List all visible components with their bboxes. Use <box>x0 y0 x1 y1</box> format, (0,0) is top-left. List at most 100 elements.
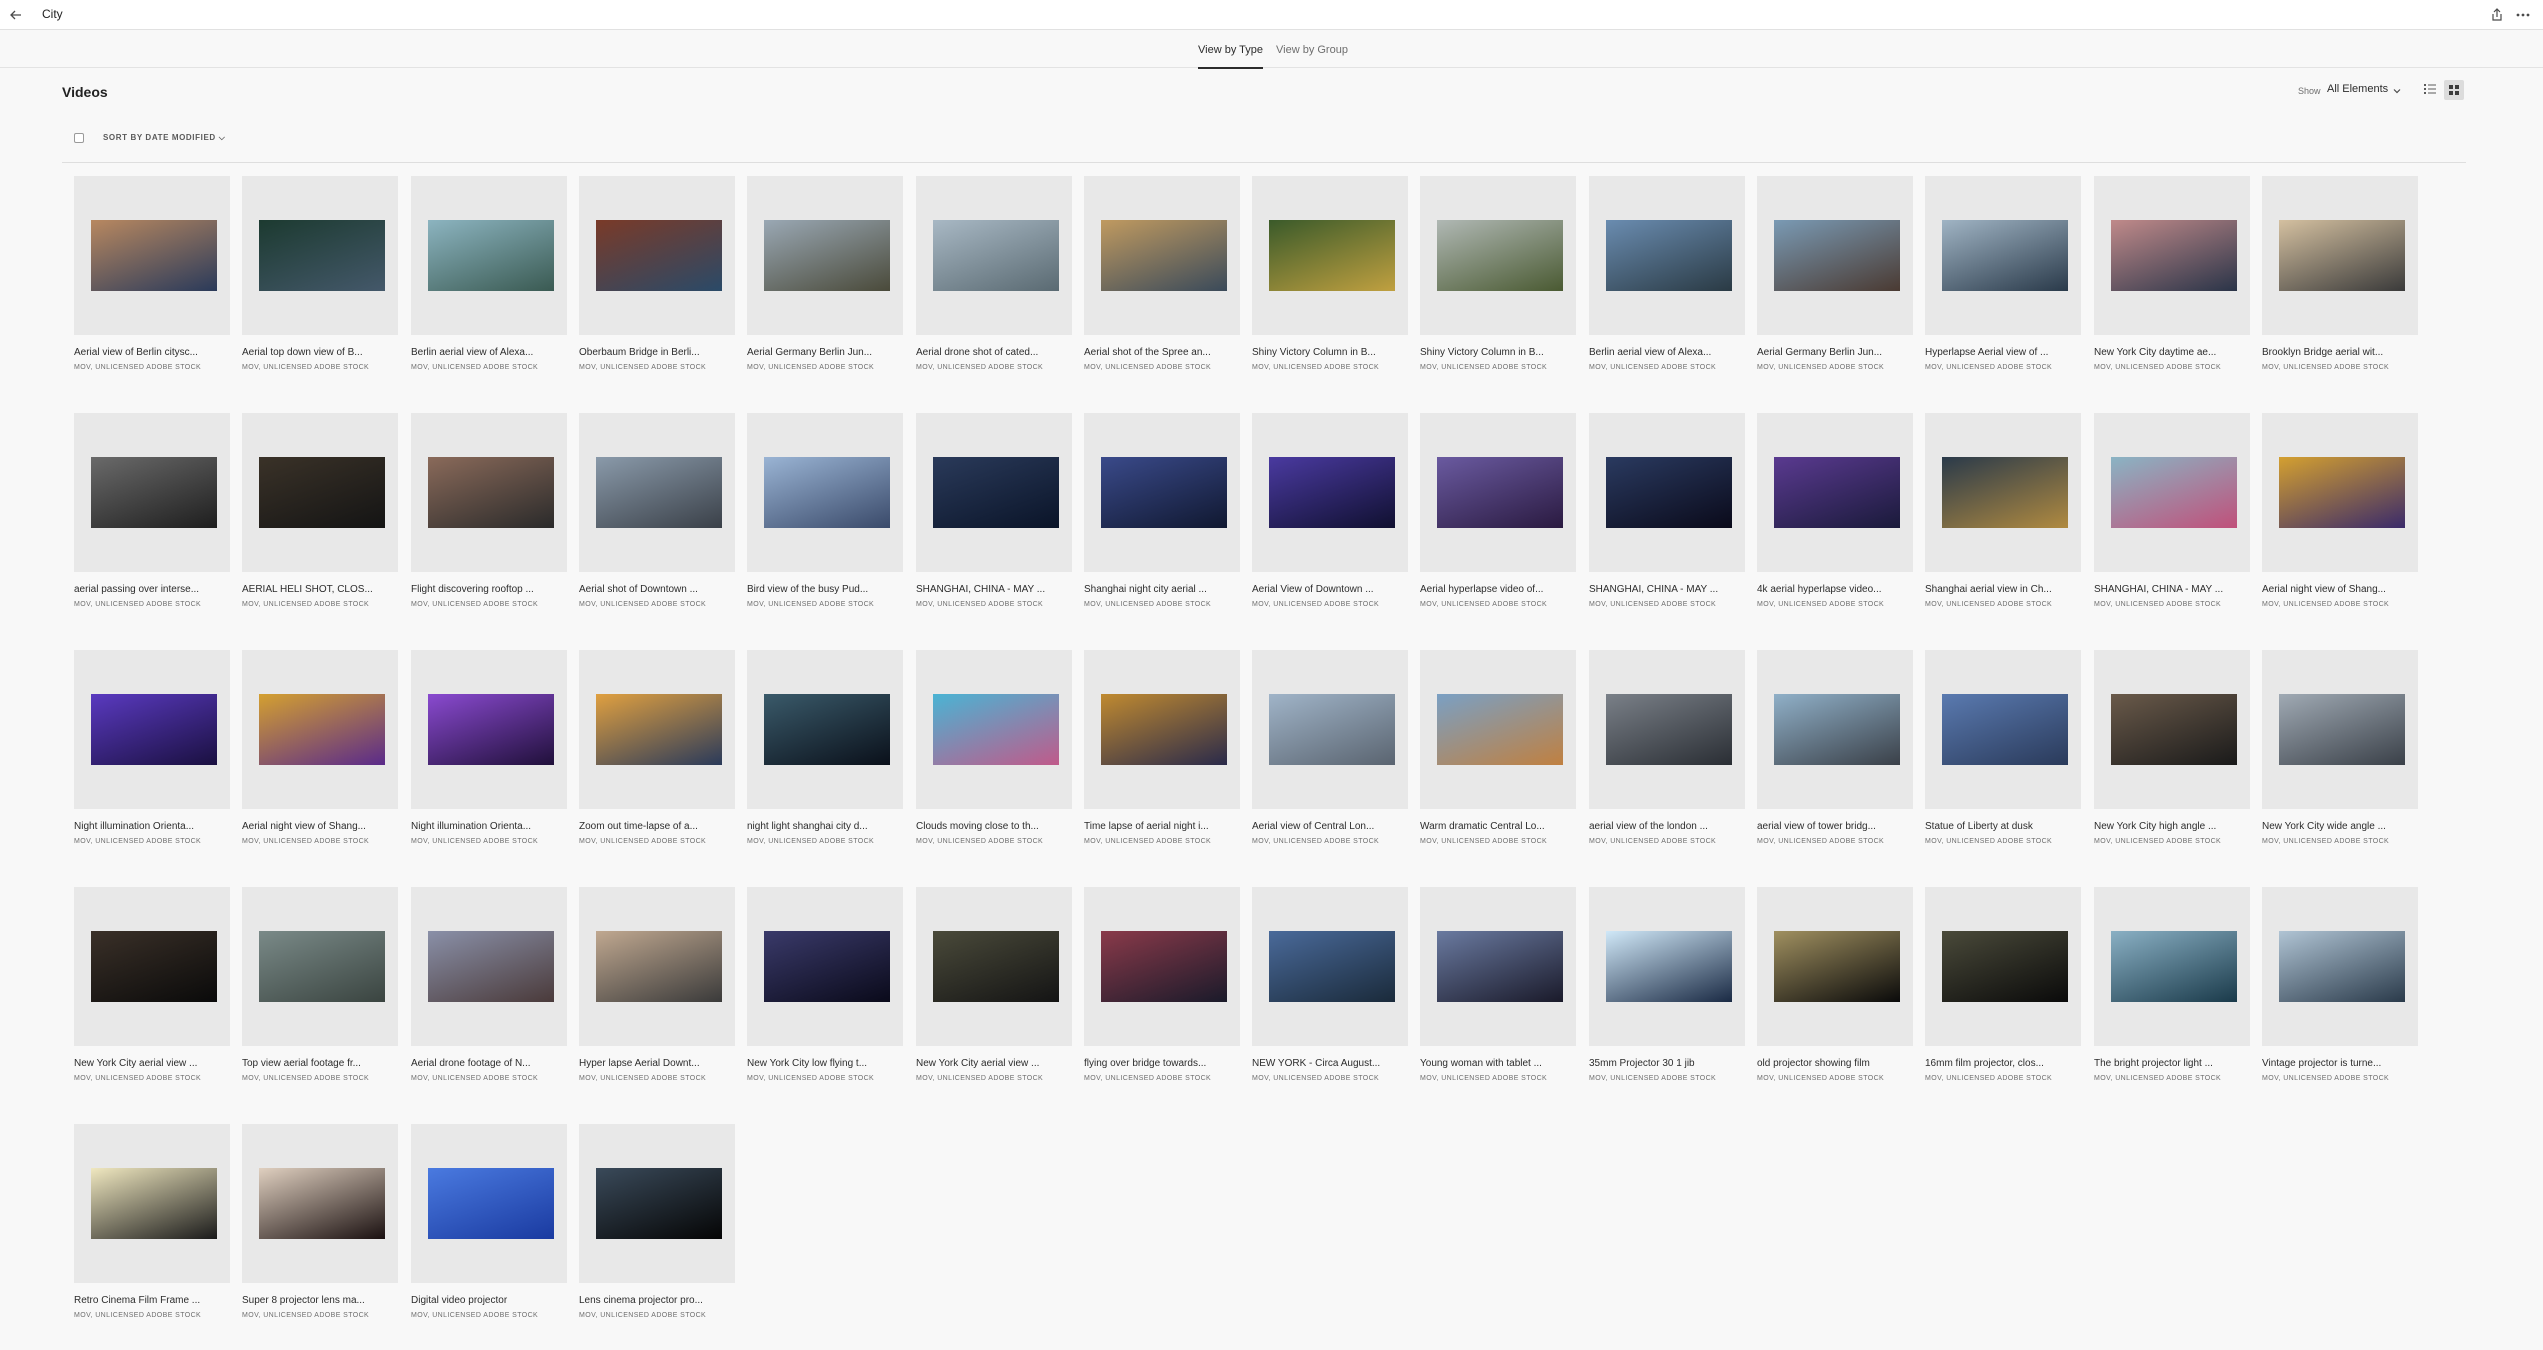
video-card[interactable]: Hyperlapse Aerial view of ... MOV, UNLICE… <box>1925 176 2081 396</box>
video-card[interactable]: 35mm Projector 30 1 jib MOV, UNLICENSED A… <box>1589 887 1745 1107</box>
video-card[interactable]: Shanghai aerial view in Ch... MOV, UNLICE… <box>1925 413 2081 633</box>
video-card[interactable]: Shiny Victory Column in B... MOV, UNLICEN… <box>1420 176 1576 396</box>
more-button[interactable] <box>2512 5 2534 25</box>
thumbnail-frame <box>1589 650 1745 809</box>
video-card[interactable]: 4k aerial hyperlapse video... MOV, UNLICE… <box>1757 413 1913 633</box>
video-card[interactable]: aerial view of tower bridg... MOV, UNLICE… <box>1757 650 1913 870</box>
sort-dropdown[interactable]: SORT BY DATE MODIFIED ⌵ <box>103 133 225 143</box>
thumbnail-frame <box>242 413 398 572</box>
video-card[interactable]: Warm dramatic Central Lo... MOV, UNLICENS… <box>1420 650 1576 870</box>
video-card[interactable]: SHANGHAI, CHINA - MAY ... MOV, UNLICENSED… <box>2094 413 2250 633</box>
video-card[interactable]: Aerial Germany Berlin Jun... MOV, UNLICEN… <box>1757 176 1913 396</box>
video-card[interactable]: The bright projector light ... MOV, UNLIC… <box>2094 887 2250 1107</box>
video-card[interactable]: New York City low flying t... MOV, UNLICE… <box>747 887 903 1107</box>
video-card[interactable]: Aerial View of Downtown ... MOV, UNLICENS… <box>1252 413 1408 633</box>
video-meta: MOV, UNLICENSED ADOBE STOCK <box>1252 1075 1380 1082</box>
video-card[interactable]: Aerial view of Berlin citysc... MOV, UNLI… <box>74 176 230 396</box>
share-button[interactable] <box>2487 5 2507 25</box>
video-thumbnail <box>1606 694 1732 765</box>
video-thumbnail <box>91 220 217 291</box>
arrow-left-icon <box>10 10 21 20</box>
video-card[interactable]: Aerial drone shot of cated... MOV, UNLICE… <box>916 176 1072 396</box>
video-meta: MOV, UNLICENSED ADOBE STOCK <box>2262 838 2390 845</box>
video-card[interactable]: Aerial night view of Shang... MOV, UNLICE… <box>242 650 398 870</box>
video-card[interactable]: Night illumination Orienta... MOV, UNLICE… <box>411 650 567 870</box>
video-card[interactable]: aerial passing over interse... MOV, UNLIC… <box>74 413 230 633</box>
video-card[interactable]: Retro Cinema Film Frame ... MOV, UNLICENS… <box>74 1124 230 1344</box>
video-card[interactable]: flying over bridge towards... MOV, UNLICE… <box>1084 887 1240 1107</box>
back-button[interactable] <box>6 5 26 25</box>
video-card[interactable]: New York City high angle ... MOV, UNLICEN… <box>2094 650 2250 870</box>
video-meta: MOV, UNLICENSED ADOBE STOCK <box>916 838 1044 845</box>
chevron-down-icon <box>2393 89 2401 94</box>
video-card[interactable]: New York City aerial view ... MOV, UNLICE… <box>916 887 1072 1107</box>
video-card[interactable]: Aerial shot of the Spree an... MOV, UNLIC… <box>1084 176 1240 396</box>
video-name: Young woman with tablet ... <box>1420 1058 1542 1069</box>
video-card[interactable]: New York City daytime ae... MOV, UNLICENS… <box>2094 176 2250 396</box>
video-thumbnail <box>2279 457 2405 528</box>
video-card[interactable]: Lens cinema projector pro... MOV, UNLICEN… <box>579 1124 735 1344</box>
video-card[interactable]: Berlin aerial view of Alexa... MOV, UNLIC… <box>411 176 567 396</box>
video-card[interactable]: SHANGHAI, CHINA - MAY ... MOV, UNLICENSED… <box>916 413 1072 633</box>
grid-view-button[interactable] <box>2444 80 2464 100</box>
tab-view-by-type[interactable]: View by Type <box>1198 44 1264 69</box>
video-card[interactable]: Shanghai night city aerial ... MOV, UNLIC… <box>1084 413 1240 633</box>
video-card[interactable]: Clouds moving close to th... MOV, UNLICEN… <box>916 650 1072 870</box>
sort-label: SORT BY DATE MODIFIED <box>103 133 216 142</box>
video-thumbnail <box>2111 220 2237 291</box>
video-meta: MOV, UNLICENSED ADOBE STOCK <box>242 601 370 608</box>
video-card[interactable]: Berlin aerial view of Alexa... MOV, UNLIC… <box>1589 176 1745 396</box>
video-name: Shiny Victory Column in B... <box>1252 347 1376 358</box>
thumbnail-frame <box>1757 176 1913 335</box>
video-card[interactable]: Aerial view of Central Lon... MOV, UNLICE… <box>1252 650 1408 870</box>
video-card[interactable]: Brooklyn Bridge aerial wit... MOV, UNLICE… <box>2262 176 2418 396</box>
video-card[interactable]: Aerial top down view of B... MOV, UNLICEN… <box>242 176 398 396</box>
video-meta: MOV, UNLICENSED ADOBE STOCK <box>1925 364 2053 371</box>
video-card[interactable]: Digital video projector MOV, UNLICENSED A… <box>411 1124 567 1344</box>
video-card[interactable]: Time lapse of aerial night i... MOV, UNLI… <box>1084 650 1240 870</box>
video-thumbnail <box>2279 220 2405 291</box>
thumbnail-frame <box>74 1124 230 1283</box>
video-thumbnail <box>259 931 385 1002</box>
video-card[interactable]: Aerial night view of Shang... MOV, UNLICE… <box>2262 413 2418 633</box>
show-filter-select[interactable]: All Elements <box>2327 83 2405 101</box>
thumbnail-frame <box>1252 413 1408 572</box>
thumbnail-frame <box>1084 413 1240 572</box>
video-card[interactable]: Oberbaum Bridge in Berli... MOV, UNLICENS… <box>579 176 735 396</box>
video-card[interactable]: Flight discovering rooftop ... MOV, UNLIC… <box>411 413 567 633</box>
video-card[interactable]: Zoom out time-lapse of a... MOV, UNLICENS… <box>579 650 735 870</box>
video-card[interactable]: New York City aerial view ... MOV, UNLICE… <box>74 887 230 1107</box>
video-card[interactable]: New York City wide angle ... MOV, UNLICEN… <box>2262 650 2418 870</box>
video-thumbnail <box>259 694 385 765</box>
select-all-checkbox[interactable] <box>74 133 84 143</box>
video-card[interactable]: SHANGHAI, CHINA - MAY ... MOV, UNLICENSED… <box>1589 413 1745 633</box>
list-view-button[interactable] <box>2421 80 2439 98</box>
video-card[interactable]: old projector showing film MOV, UNLICENSE… <box>1757 887 1913 1107</box>
video-card[interactable]: Bird view of the busy Pud... MOV, UNLICEN… <box>747 413 903 633</box>
video-card[interactable]: Hyper lapse Aerial Downt... MOV, UNLICENS… <box>579 887 735 1107</box>
video-card[interactable]: Aerial hyperlapse video of... MOV, UNLICE… <box>1420 413 1576 633</box>
video-card[interactable]: aerial view of the london ... MOV, UNLICE… <box>1589 650 1745 870</box>
video-card[interactable]: night light shanghai city d... MOV, UNLIC… <box>747 650 903 870</box>
video-card[interactable]: Vintage projector is turne... MOV, UNLICE… <box>2262 887 2418 1107</box>
video-meta: MOV, UNLICENSED ADOBE STOCK <box>1420 601 1548 608</box>
video-card[interactable]: Aerial drone footage of N... MOV, UNLICEN… <box>411 887 567 1107</box>
video-card[interactable]: Aerial shot of Downtown ... MOV, UNLICENS… <box>579 413 735 633</box>
video-name: New York City low flying t... <box>747 1058 868 1069</box>
video-card[interactable]: Night illumination Orienta... MOV, UNLICE… <box>74 650 230 870</box>
thumbnail-frame <box>1420 176 1576 335</box>
video-meta: MOV, UNLICENSED ADOBE STOCK <box>747 601 875 608</box>
video-card[interactable]: Aerial Germany Berlin Jun... MOV, UNLICEN… <box>747 176 903 396</box>
video-card[interactable]: Top view aerial footage fr... MOV, UNLICE… <box>242 887 398 1107</box>
video-card[interactable]: Super 8 projector lens ma... MOV, UNLICEN… <box>242 1124 398 1344</box>
video-card[interactable]: Statue of Liberty at dusk MOV, UNLICENSED… <box>1925 650 2081 870</box>
video-card[interactable]: 16mm film projector, clos... MOV, UNLICEN… <box>1925 887 2081 1107</box>
video-name: 4k aerial hyperlapse video... <box>1757 584 1882 595</box>
thumbnail-frame <box>747 176 903 335</box>
video-meta: MOV, UNLICENSED ADOBE STOCK <box>2094 838 2222 845</box>
tab-view-by-group[interactable]: View by Group <box>1276 44 1348 68</box>
video-card[interactable]: Shiny Victory Column in B... MOV, UNLICEN… <box>1252 176 1408 396</box>
video-card[interactable]: AERIAL HELI SHOT, CLOS... MOV, UNLICENSED… <box>242 413 398 633</box>
video-card[interactable]: Young woman with tablet ... MOV, UNLICENS… <box>1420 887 1576 1107</box>
video-card[interactable]: NEW YORK - Circa August... MOV, UNLICENSE… <box>1252 887 1408 1107</box>
